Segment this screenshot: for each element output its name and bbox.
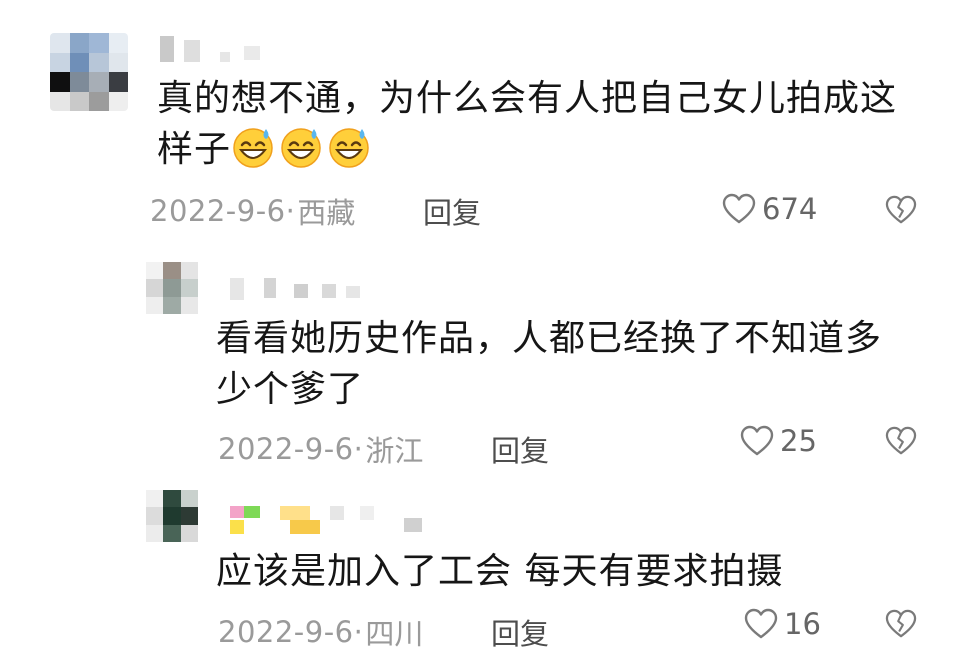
- comment-text: 应该是加入了工会 每天有要求拍摄: [216, 546, 916, 597]
- username-blurred[interactable]: [160, 36, 260, 62]
- reply-button[interactable]: 回复: [491, 611, 549, 653]
- broken-heart-icon[interactable]: [885, 609, 917, 639]
- like-button[interactable]: 16: [744, 607, 821, 641]
- comment-meta: 2022-9-6· 西藏: [150, 190, 355, 232]
- comment-text: 真的想不通，为什么会有人把自己女儿拍成这 样子: [157, 73, 917, 175]
- like-count: 16: [784, 607, 821, 641]
- comment-text-line: 少个爹了: [216, 369, 365, 410]
- comment-text-line: 真的想不通，为什么会有人把自己女儿拍成这: [157, 78, 898, 119]
- username-badge-blurred: [230, 520, 320, 534]
- avatar[interactable]: [146, 490, 198, 542]
- comment-text-line: 样子: [157, 124, 917, 175]
- like-button[interactable]: 25: [740, 424, 817, 458]
- sweat-smile-emoji-icon: [329, 128, 369, 168]
- avatar[interactable]: [50, 33, 128, 111]
- comment-text-line: 应该是加入了工会 每天有要求拍摄: [216, 551, 784, 592]
- comment-text-fragment: 样子: [157, 129, 232, 170]
- heart-icon: [744, 608, 778, 639]
- reply-button[interactable]: 回复: [491, 428, 549, 470]
- comment-meta: 2022-9-6· 浙江: [218, 428, 423, 470]
- like-count: 25: [780, 424, 817, 458]
- sweat-smile-emoji-icon: [281, 128, 321, 168]
- reply-button[interactable]: 回复: [423, 190, 481, 232]
- comment-location: 四川: [365, 617, 424, 651]
- comment-date: 2022-9-6·: [150, 194, 296, 228]
- comment-meta: 2022-9-6· 四川: [218, 611, 423, 653]
- heart-icon: [722, 193, 756, 224]
- heart-icon: [740, 425, 774, 456]
- broken-heart-icon[interactable]: [885, 195, 917, 225]
- username-blurred[interactable]: [230, 278, 360, 300]
- broken-heart-icon[interactable]: [885, 426, 917, 456]
- comment-location: 浙江: [365, 434, 424, 468]
- like-button[interactable]: 674: [722, 192, 817, 226]
- comment-location: 西藏: [297, 196, 356, 230]
- like-count: 674: [762, 192, 818, 226]
- comment-text-line: 看看她历史作品，人都已经换了不知道多: [216, 318, 883, 359]
- comment-text: 看看她历史作品，人都已经换了不知道多 少个爹了: [216, 313, 916, 415]
- sweat-smile-emoji-icon: [233, 128, 273, 168]
- comment-date: 2022-9-6·: [218, 615, 364, 649]
- comment-date: 2022-9-6·: [218, 432, 364, 466]
- avatar[interactable]: [146, 262, 198, 314]
